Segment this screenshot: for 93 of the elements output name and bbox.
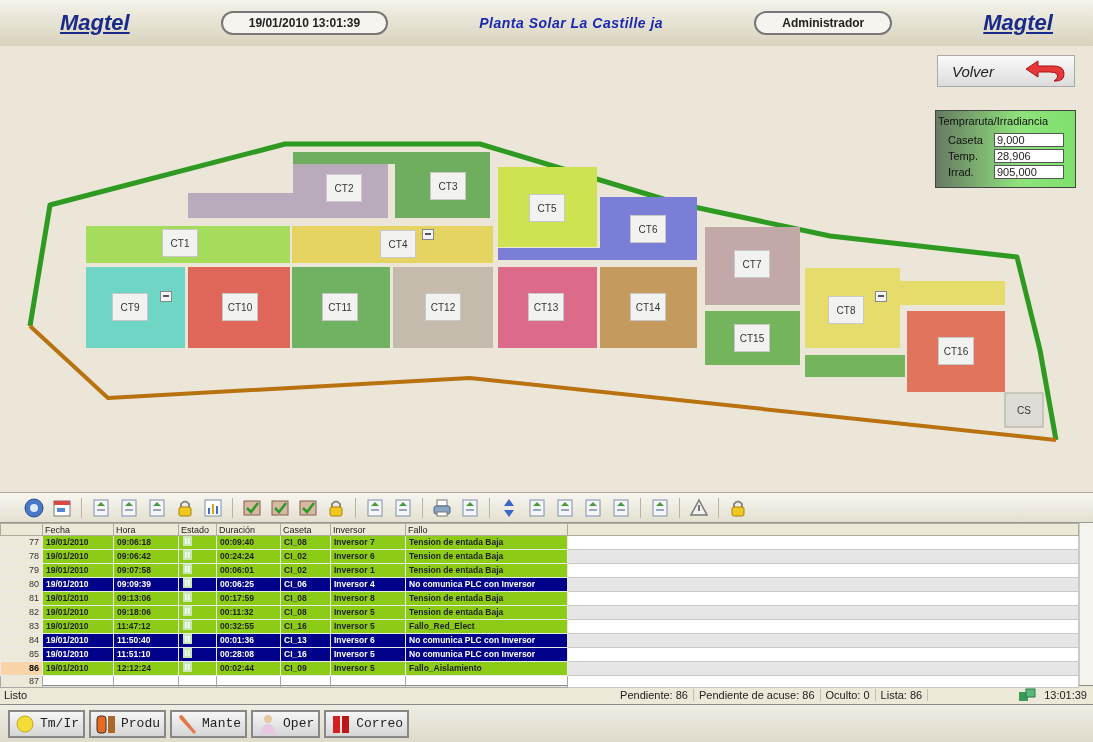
user-name: Administrador [754, 11, 893, 35]
zone-label[interactable]: CT11 [322, 293, 358, 321]
column-header[interactable]: Fecha [42, 523, 114, 536]
zone-label[interactable]: CT6 [630, 215, 666, 243]
column-header[interactable]: Estado [178, 523, 217, 536]
status-icon [183, 592, 192, 602]
status-icon [183, 536, 192, 546]
column-header[interactable]: Caseta [280, 523, 331, 536]
back-button[interactable]: Volver [937, 55, 1075, 87]
document-icon [91, 497, 111, 518]
document-icon [119, 497, 139, 518]
status-message: Listo [4, 689, 29, 701]
logo: Magtel [983, 10, 1053, 36]
zone-label[interactable]: CT8 [828, 296, 864, 324]
status-icon [183, 578, 192, 588]
zone-label[interactable]: CT3 [430, 172, 466, 200]
arrow-icon [1024, 60, 1066, 82]
status-counter: Oculto: 0 [820, 689, 876, 701]
zone-label[interactable]: CT10 [222, 293, 258, 321]
checklist-icon [270, 497, 290, 518]
scrollbar[interactable] [1079, 523, 1093, 685]
battery-icon [95, 712, 117, 735]
calendar-icon [52, 497, 72, 518]
status-icon [183, 634, 192, 644]
table-row[interactable]: 82 19/01/2010 09:18:06 00:11:32 CI_08 Inversor 5 Tension de entada Baja [0, 605, 1079, 620]
status-icon [183, 606, 192, 616]
column-header[interactable]: Duración [216, 523, 281, 536]
table-row[interactable]: 81 19/01/2010 09:13:06 00:17:59 CI_08 Inversor 8 Tension de entada Baja [0, 591, 1079, 606]
document-icon [365, 497, 385, 518]
reading-value: 28,906 [994, 149, 1064, 163]
zone-label[interactable]: CT13 [528, 293, 564, 321]
column-header[interactable]: Hora [113, 523, 179, 536]
document-icon [555, 497, 575, 518]
table-row[interactable]: 80 19/01/2010 09:09:39 00:06:25 CI_06 Inversor 4 No comunica PLC con Inversor [0, 577, 1079, 592]
document-icon [527, 497, 547, 518]
zone-label[interactable]: CT15 [734, 324, 770, 352]
zone-label[interactable]: CT1 [162, 229, 198, 257]
table-row[interactable]: 77 19/01/2010 09:06:18 00:09:40 CI_08 Inversor 7 Tension de entada Baja [0, 535, 1079, 550]
printer-icon [432, 497, 452, 518]
reading-value: 9,000 [994, 133, 1064, 147]
status-counter: Pendiente: 86 [615, 689, 694, 701]
checklist-icon [242, 497, 262, 518]
table-row[interactable]: 86 19/01/2010 12:12:24 00:02:44 CI_09 Inversor 5 Fallo_Aislamiento [0, 661, 1079, 676]
table-row[interactable]: 83 19/01/2010 11:47:12 00:32:55 CI_16 Inversor 5 Fallo_Red_Elect [0, 619, 1079, 634]
table-row[interactable]: 79 19/01/2010 09:07:58 00:06:01 CI_02 Inversor 1 Tension de entada Baja [0, 563, 1079, 578]
network-icon [1018, 688, 1037, 702]
taskbar-button[interactable]: Produ [89, 709, 167, 738]
checklist-icon [298, 497, 318, 518]
zone-label[interactable]: CT16 [938, 337, 974, 365]
status-icon [183, 648, 192, 658]
zone-label[interactable]: CT5 [529, 194, 565, 222]
reading-label: Temp. [948, 150, 979, 162]
taskbar-button[interactable]: Tm/Ir [8, 709, 85, 738]
document-icon [583, 497, 603, 518]
document-icon [650, 497, 670, 518]
table-row[interactable]: 78 19/01/2010 09:06:42 00:24:24 CI_02 Inversor 6 Tension de entada Baja [0, 549, 1079, 564]
zone-label[interactable]: CT14 [630, 293, 666, 321]
status-counter: Pendiente de acuse: 86 [693, 689, 821, 701]
status-icon [183, 550, 192, 560]
status-counter: Lista: 86 [875, 689, 929, 701]
sun-icon [14, 712, 36, 735]
date-time: 19/01/2010 13:01:39 [220, 11, 389, 35]
table-row[interactable]: 84 19/01/2010 11:50:40 00:01:36 CI_13 Inversor 6 No comunica PLC con Inversor [0, 633, 1079, 648]
table-row[interactable]: 85 19/01/2010 11:51:10 00:28:08 CI_16 Inversor 5 No comunica PLC con Inversor [0, 647, 1079, 662]
zone-label[interactable]: CT2 [326, 174, 362, 202]
bar-chart-icon [203, 497, 223, 518]
column-header[interactable]: Inversor [330, 523, 406, 536]
reading-label: Irrad. [948, 166, 975, 178]
taskbar-button[interactable]: Mante [170, 709, 248, 738]
document-icon [147, 497, 167, 518]
zone-label[interactable]: CT7 [734, 250, 770, 278]
table-row[interactable]: 87 [0, 675, 1079, 688]
toolbar-button[interactable] [22, 495, 46, 520]
zone-label[interactable]: CT12 [425, 293, 461, 321]
zone-label[interactable]: CT9 [112, 293, 148, 321]
status-time: 13:01:39 [1044, 689, 1087, 701]
help-icon [24, 497, 44, 518]
reading-value: 905,000 [994, 165, 1064, 179]
status-icon [183, 564, 192, 574]
taskbar-button[interactable]: Correo [324, 709, 410, 738]
status-icon [183, 620, 192, 630]
document-icon [393, 497, 413, 518]
status-icon [183, 662, 192, 672]
panel-title: Tempraruta/Irradiancia [938, 115, 1050, 127]
column-header[interactable]: Fallo [405, 523, 568, 536]
document-icon [611, 497, 631, 518]
reading-label: Caseta [948, 134, 984, 146]
logo: Magtel [60, 10, 130, 36]
warning-icon [689, 497, 709, 518]
plant-title: Planta Solar La Castille ja [479, 15, 664, 31]
zone-label[interactable]: CT4 [380, 230, 416, 258]
taskbar-button[interactable]: Oper [251, 709, 321, 738]
document-icon [460, 497, 480, 518]
